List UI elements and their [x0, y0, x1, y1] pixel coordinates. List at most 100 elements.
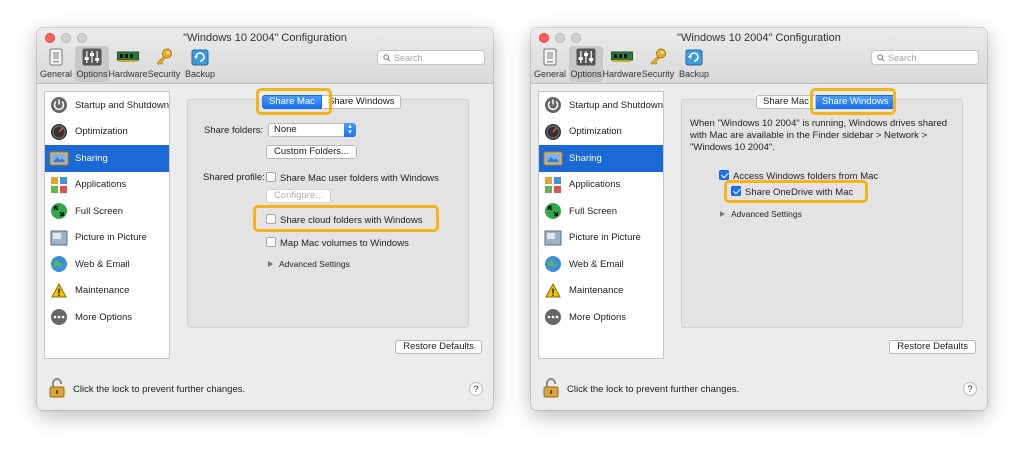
lock-open-icon[interactable] — [49, 378, 65, 398]
sidebar-item-startup[interactable]: Startup and Shutdown — [45, 92, 169, 119]
window-title: "Windows 10 2004" Configuration — [183, 32, 347, 44]
config-window-share-windows: "Windows 10 2004" Configuration General … — [531, 28, 987, 410]
sharing-description: When "Windows 10 2004" is running, Windo… — [690, 118, 948, 153]
highlight-share-windows-tab — [810, 88, 896, 115]
sidebar-item-maintenance[interactable]: Maintenance — [539, 278, 663, 305]
gauge-icon — [49, 122, 69, 142]
lock-message: Click the lock to prevent further change… — [567, 384, 740, 395]
full-screen-icon — [543, 201, 563, 221]
config-window-share-mac: "Windows 10 2004" Configuration General … — [37, 28, 493, 410]
sidebar-item-more-options[interactable]: More Options — [539, 304, 663, 331]
toolbar-hardware[interactable]: Hardware — [603, 46, 642, 82]
sidebar: Startup and Shutdown Optimization Sharin… — [44, 91, 170, 359]
more-options-icon — [543, 307, 563, 327]
backup-icon — [189, 47, 211, 67]
disclosure-triangle-icon — [268, 261, 273, 267]
hardware-icon — [117, 47, 139, 67]
toolbar-backup[interactable]: Backup — [677, 46, 711, 82]
tab-share-mac[interactable]: Share Mac — [756, 95, 816, 109]
search-field[interactable] — [377, 50, 485, 65]
sidebar: Startup and Shutdown Optimization Sharin… — [538, 91, 664, 359]
sidebar-item-web-email[interactable]: Web & Email — [45, 251, 169, 278]
page: "Windows 10 2004" Configuration General … — [0, 0, 1024, 460]
toolbar-hardware[interactable]: Hardware — [109, 46, 148, 82]
sharing-folder-icon — [543, 148, 563, 168]
globe-icon — [543, 254, 563, 274]
toolbar-backup[interactable]: Backup — [183, 46, 217, 82]
window-title: "Windows 10 2004" Configuration — [677, 32, 841, 44]
sidebar-item-startup[interactable]: Startup and Shutdown — [539, 92, 663, 119]
search-input[interactable] — [888, 52, 974, 63]
toolbar: General Options Hardware Security Backup — [533, 46, 711, 82]
toolbar-options[interactable]: Options — [569, 46, 603, 82]
toolbar: General Options Hardware Security Backup — [39, 46, 217, 82]
maintenance-icon — [543, 281, 563, 301]
help-button[interactable]: ? — [469, 382, 483, 396]
security-key-icon — [647, 47, 669, 67]
help-button[interactable]: ? — [963, 382, 977, 396]
sidebar-item-sharing[interactable]: Sharing — [539, 145, 663, 172]
sharing-folder-icon — [49, 148, 69, 168]
search-icon — [877, 53, 885, 62]
power-icon — [49, 95, 69, 115]
sidebar-item-applications[interactable]: Applications — [539, 172, 663, 199]
more-options-icon — [49, 307, 69, 327]
share-user-folders-option[interactable]: Share Mac user folders with Windows — [266, 172, 439, 184]
advanced-settings-disclosure[interactable]: Advanced Settings — [268, 259, 350, 269]
access-windows-checkbox[interactable] — [719, 170, 729, 180]
sidebar-item-picture-in-picture[interactable]: Picture in Picture — [45, 225, 169, 252]
share-folders-select[interactable]: None ▴ ▾ — [268, 123, 356, 137]
lock-open-icon[interactable] — [543, 378, 559, 398]
restore-defaults-button[interactable]: Restore Defaults — [395, 340, 482, 354]
shared-profile-label: Shared profile: — [203, 172, 265, 183]
configure-button: Configure... — [266, 189, 332, 203]
restore-defaults-button[interactable]: Restore Defaults — [889, 340, 976, 354]
tab-share-windows[interactable]: Share Windows — [321, 95, 402, 109]
share-user-folders-checkbox[interactable] — [266, 172, 276, 182]
general-icon — [45, 47, 67, 67]
title-bar: "Windows 10 2004" Configuration General … — [531, 28, 987, 84]
sidebar-item-maintenance[interactable]: Maintenance — [45, 278, 169, 305]
map-volumes-checkbox[interactable] — [266, 237, 276, 247]
hardware-icon — [611, 47, 633, 67]
sidebar-item-picture-in-picture[interactable]: Picture in Picture — [539, 225, 663, 252]
sidebar-item-optimization[interactable]: Optimization — [539, 119, 663, 146]
sidebar-item-more-options[interactable]: More Options — [45, 304, 169, 331]
toolbar-security[interactable]: Security — [147, 46, 181, 82]
backup-icon — [683, 47, 705, 67]
globe-icon — [49, 254, 69, 274]
share-folders-value: None — [274, 124, 297, 135]
sidebar-item-optimization[interactable]: Optimization — [45, 119, 169, 146]
options-icon — [81, 47, 103, 67]
sidebar-item-sharing[interactable]: Sharing — [45, 145, 169, 172]
applications-icon — [543, 175, 563, 195]
maintenance-icon — [49, 281, 69, 301]
disclosure-triangle-icon — [720, 211, 725, 217]
content-panel: Share Mac Share Windows When "Windows 10… — [681, 95, 963, 328]
sidebar-item-applications[interactable]: Applications — [45, 172, 169, 199]
title-bar: "Windows 10 2004" Configuration General … — [37, 28, 493, 84]
sidebar-item-full-screen[interactable]: Full Screen — [45, 198, 169, 225]
highlight-share-mac-tab — [256, 88, 332, 115]
toolbar-general[interactable]: General — [39, 46, 73, 82]
power-icon — [543, 95, 563, 115]
toolbar-general[interactable]: General — [533, 46, 567, 82]
custom-folders-button[interactable]: Custom Folders... — [266, 145, 357, 159]
highlight-share-cloud — [253, 205, 439, 232]
advanced-settings-disclosure[interactable]: Advanced Settings — [720, 209, 802, 219]
lock-message: Click the lock to prevent further change… — [73, 384, 246, 395]
share-folders-label: Share folders: — [204, 125, 264, 136]
map-volumes-option[interactable]: Map Mac volumes to Windows — [266, 237, 409, 249]
highlight-share-onedrive — [724, 180, 868, 203]
search-input[interactable] — [394, 52, 480, 63]
toolbar-options[interactable]: Options — [75, 46, 109, 82]
applications-icon — [49, 175, 69, 195]
picture-in-picture-icon — [49, 228, 69, 248]
sidebar-item-web-email[interactable]: Web & Email — [539, 251, 663, 278]
sidebar-item-full-screen[interactable]: Full Screen — [539, 198, 663, 225]
full-screen-icon — [49, 201, 69, 221]
search-field[interactable] — [871, 50, 979, 65]
chevron-up-down-icon: ▴ ▾ — [344, 123, 356, 137]
toolbar-security[interactable]: Security — [641, 46, 675, 82]
search-icon — [383, 53, 391, 62]
